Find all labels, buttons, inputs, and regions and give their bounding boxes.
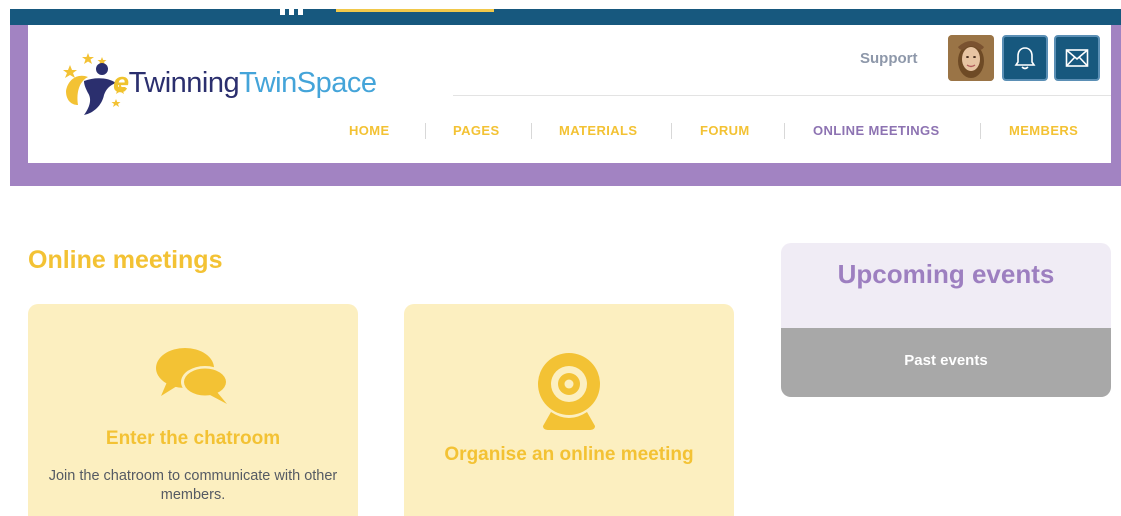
page-title: Online meetings — [28, 246, 223, 274]
card-title: Organise an online meeting — [444, 444, 694, 465]
main-nav: HOME PAGES MATERIALS FORUM ONLINE MEETIN… — [28, 123, 1111, 139]
card-title: Enter the chatroom — [105, 428, 281, 449]
envelope-icon — [1065, 49, 1089, 67]
nav-separator — [980, 123, 981, 139]
past-events-tab[interactable]: Past events — [781, 328, 1111, 397]
upcoming-events-label: Upcoming events — [837, 259, 1055, 289]
card-description: Join the chatroom to communicate with ot… — [48, 468, 338, 503]
messages-button[interactable] — [1054, 35, 1100, 81]
nav-separator — [671, 123, 672, 139]
chat-bubbles-icon — [156, 348, 229, 404]
avatar[interactable] — [948, 35, 994, 81]
nav-item-forum[interactable]: FORUM — [700, 123, 750, 138]
nav-separator — [531, 123, 532, 139]
events-panel: Upcoming events Past events — [781, 243, 1111, 397]
logo-prefix: e — [113, 67, 129, 99]
logo-brand: Twinning — [128, 67, 240, 99]
nav-separator — [784, 123, 785, 139]
nav-item-home[interactable]: HOME — [349, 123, 390, 138]
logo-product: TwinSpace — [239, 67, 377, 99]
nav-separator — [425, 123, 426, 139]
enter-chatroom-card[interactable]: Enter the chatroom Join the chatroom to … — [28, 304, 358, 516]
top-bar-dots — [280, 9, 310, 15]
organise-meeting-card[interactable]: Organise an online meeting — [404, 304, 734, 516]
past-events-label: Past events — [904, 352, 988, 369]
bell-icon — [1014, 47, 1036, 70]
upcoming-events-tab[interactable]: Upcoming events — [781, 243, 1111, 328]
nav-item-online-meetings[interactable]: ONLINE MEETINGS — [813, 123, 940, 138]
notifications-button[interactable] — [1002, 35, 1048, 81]
nav-item-materials[interactable]: MATERIALS — [559, 123, 637, 138]
top-bar — [10, 9, 1121, 25]
webcam-icon — [538, 353, 600, 430]
header-divider — [453, 95, 1111, 96]
logo-wordmark[interactable]: eTwinningTwinSpace — [113, 67, 377, 100]
header: eTwinningTwinSpace Support HOME PAGES MA… — [28, 25, 1111, 163]
top-bar-highlight — [336, 9, 494, 12]
nav-item-members[interactable]: MEMBERS — [1009, 123, 1078, 138]
nav-item-pages[interactable]: PAGES — [453, 123, 500, 138]
support-link[interactable]: Support — [860, 50, 918, 67]
